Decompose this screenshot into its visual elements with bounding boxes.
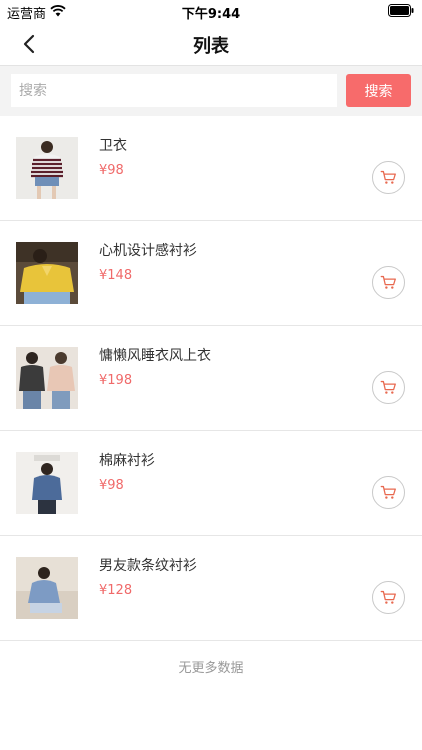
shopping-cart-icon [380,590,396,604]
product-list: 卫衣 ¥98 心机设计感衬衫 ¥148 慵懒风睡衣风上衣 ¥198 棉麻衬衫 ¥… [0,116,422,641]
product-name: 卫衣 [99,138,127,154]
product-image [16,137,78,199]
product-name: 棉麻衬衫 [99,453,155,469]
shopping-cart-icon [380,380,396,394]
list-item[interactable]: 慵懒风睡衣风上衣 ¥198 [0,326,422,431]
search-bar: 搜索 [0,66,422,116]
add-to-cart-button[interactable] [372,266,405,299]
product-price: ¥148 [99,268,133,283]
product-image [16,452,78,514]
search-input[interactable] [11,74,337,107]
battery-icon [388,4,414,17]
shopping-cart-icon [380,275,396,289]
navigation-bar: 列表 [0,22,422,66]
list-item[interactable]: 棉麻衬衫 ¥98 [0,431,422,536]
add-to-cart-button[interactable] [372,581,405,614]
page-title: 列表 [193,36,229,57]
no-more-data-label: 无更多数据 [178,661,244,676]
product-image [16,557,78,619]
list-item[interactable]: 卫衣 ¥98 [0,116,422,221]
add-to-cart-button[interactable] [372,476,405,509]
product-name: 慵懒风睡衣风上衣 [99,348,211,364]
product-name: 心机设计感衬衫 [99,243,197,259]
add-to-cart-button[interactable] [372,161,405,194]
status-bar: 运营商 下午9:44 [0,0,422,22]
add-to-cart-button[interactable] [372,371,405,404]
search-button[interactable]: 搜索 [346,74,411,107]
product-name: 男友款条纹衬衫 [99,558,197,574]
product-image [16,347,78,409]
product-price: ¥98 [99,478,124,493]
list-item[interactable]: 男友款条纹衬衫 ¥128 [0,536,422,641]
product-price: ¥128 [99,583,133,598]
shopping-cart-icon [380,485,396,499]
product-price: ¥198 [99,373,133,388]
shopping-cart-icon [380,170,396,184]
product-image [16,242,78,304]
list-item[interactable]: 心机设计感衬衫 ¥148 [0,221,422,326]
product-price: ¥98 [99,163,124,178]
status-time: 下午9:44 [181,7,241,22]
